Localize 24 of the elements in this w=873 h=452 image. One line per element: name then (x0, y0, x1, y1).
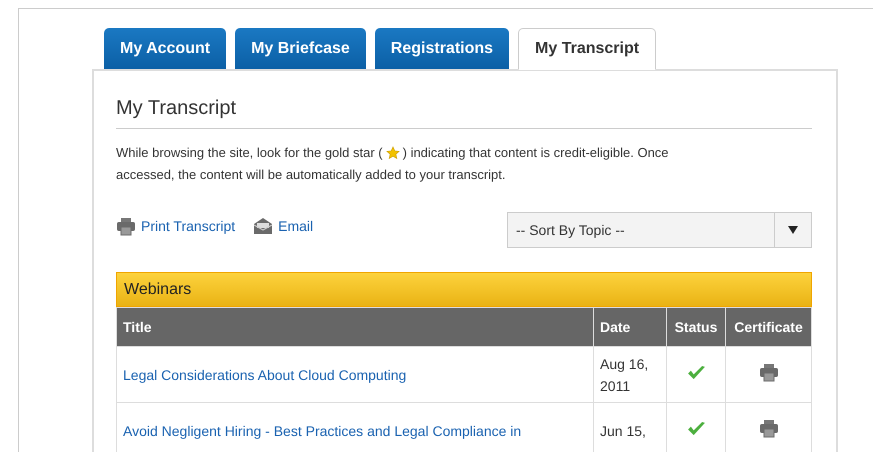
printer-icon (116, 216, 136, 236)
column-header: Title (116, 308, 594, 346)
sort-dropdown[interactable]: -- Sort By Topic -- (507, 212, 812, 248)
section-header: Webinars (116, 272, 812, 307)
column-header: Date (594, 308, 666, 346)
table-cell: Aug 16, 2011 (594, 346, 666, 402)
page-heading: My Transcript (116, 81, 812, 129)
webinar-link[interactable]: Legal Considerations About Cloud Computing (123, 366, 406, 382)
description-text: While browsing the site, look for the gold star ( (116, 144, 383, 162)
envelope-icon (253, 217, 274, 235)
printer-icon[interactable] (758, 418, 778, 438)
printer-icon[interactable] (758, 362, 778, 382)
column-header: Status (666, 308, 726, 346)
tab[interactable]: My Transcript (518, 28, 656, 70)
description-text: ) indicating that content is credit-eligible. Once (402, 144, 669, 162)
action-link[interactable]: Print Transcript (116, 216, 236, 236)
description-text: accessed, the content will be automatically added to your transcript. (116, 166, 506, 184)
tab[interactable]: My Briefcase (235, 28, 366, 69)
star-icon (386, 146, 400, 160)
column-header: Certificate (726, 308, 812, 346)
tab[interactable]: My Account (104, 28, 226, 69)
tab[interactable]: Registrations (374, 28, 510, 69)
caret-icon (788, 226, 798, 234)
action-link[interactable]: Email (253, 216, 314, 236)
